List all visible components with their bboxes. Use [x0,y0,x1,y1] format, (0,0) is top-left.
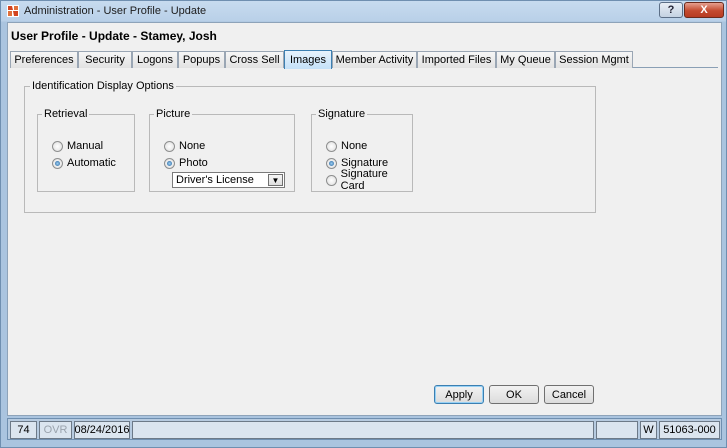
tab-my-queue[interactable]: My Queue [496,51,555,68]
ok-button[interactable]: OK [489,385,539,404]
apply-button[interactable]: Apply [434,385,484,404]
tab-imported-files[interactable]: Imported Files [417,51,496,68]
window-title: Administration - User Profile - Update [24,5,207,17]
picture-photo-radio[interactable]: Photo [164,156,208,170]
signature-card-radio[interactable]: Signature Card [326,168,412,192]
signature-group: Signature None Signature Signature Card [311,108,413,192]
radio-button[interactable] [326,140,337,152]
cancel-button[interactable]: Cancel [544,385,594,404]
retrieval-automatic-label: Automatic [67,157,116,169]
radio-button[interactable] [326,174,337,186]
tab-popups[interactable]: Popups [178,51,225,68]
close-button[interactable]: X [684,2,724,18]
tab-session-mgmt[interactable]: Session Mgmt [555,51,633,68]
picture-group-label: Picture [154,108,193,120]
application-window: Administration - User Profile - Update ?… [0,0,727,448]
status-cell-count: 74 [10,421,37,439]
help-button[interactable]: ? [659,2,683,18]
close-icon: X [700,4,708,16]
signature-none-radio[interactable]: None [326,139,367,153]
radio-button-selected[interactable] [52,157,63,169]
tab-security[interactable]: Security [78,51,132,68]
retrieval-group-label: Retrieval [42,108,90,120]
tab-logons[interactable]: Logons [132,51,178,68]
tab-cross-sell[interactable]: Cross Sell [225,51,284,68]
picture-none-radio[interactable]: None [164,139,205,153]
radio-button[interactable] [164,140,175,152]
retrieval-automatic-radio[interactable]: Automatic [52,156,116,170]
page-title: User Profile - Update - Stamey, Josh [11,29,217,43]
tab-images[interactable]: Images [284,50,332,69]
picture-photo-label: Photo [179,157,208,169]
identification-display-options-group: Identification Display Options Retrieval… [24,80,596,213]
signature-group-label: Signature [316,108,368,120]
signature-card-label: Signature Card [340,168,388,192]
status-cell-date: 08/24/2016 [74,421,130,439]
window-client-area: User Profile - Update - Stamey, Josh Pre… [7,22,722,416]
status-cell-message [132,421,594,439]
status-cell-mode: W [640,421,657,439]
tab-member-activity[interactable]: Member Activity [332,51,417,68]
picture-document-type-value: Driver's License [176,174,254,186]
radio-button-selected[interactable] [164,157,175,169]
retrieval-manual-radio[interactable]: Manual [52,139,103,153]
picture-document-type-select[interactable]: Driver's License ▼ [172,172,285,188]
retrieval-manual-label: Manual [67,140,104,152]
identification-display-options-label: Identification Display Options [30,80,176,92]
status-cell-ovr: OVR [39,421,72,439]
chevron-down-icon[interactable]: ▼ [268,174,283,186]
signature-none-label: None [341,140,368,152]
tab-strip: Preferences Security Logons Popups Cross… [10,50,718,69]
retrieval-group: Retrieval Manual Automatic [37,108,135,192]
picture-none-label: None [179,140,206,152]
status-cell-code: 51063-000 [659,421,720,439]
help-icon: ? [667,4,675,16]
tab-preferences[interactable]: Preferences [10,51,78,68]
picture-group: Picture None Photo Driver's License ▼ [149,108,295,192]
title-bar[interactable]: Administration - User Profile - Update ?… [1,1,726,21]
radio-button-selected[interactable] [326,157,337,169]
status-cell-blank [596,421,638,439]
radio-button[interactable] [52,140,63,152]
app-logo-icon [7,5,19,17]
status-bar: 74 OVR 08/24/2016 W 51063-000 [7,418,722,440]
